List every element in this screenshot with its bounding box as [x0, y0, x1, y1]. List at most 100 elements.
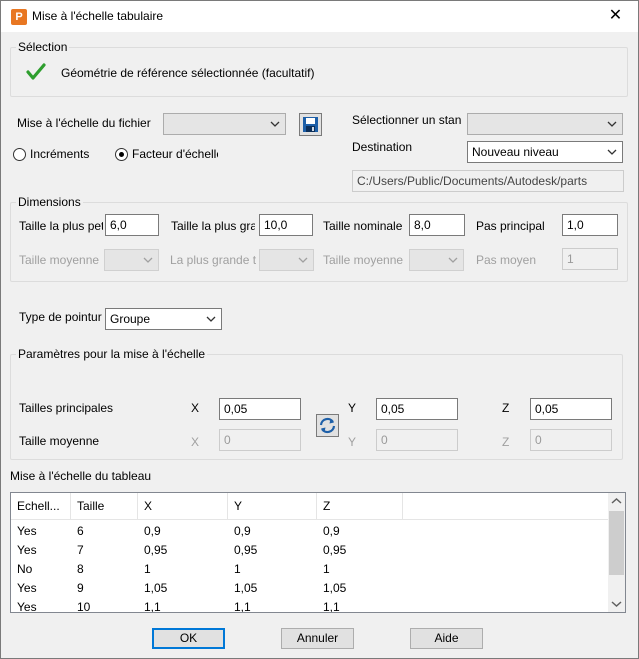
- close-button[interactable]: ✕: [593, 1, 638, 32]
- largest-size-label: Taille la plus gra: [171, 219, 255, 233]
- table-row[interactable]: No 8 1 1 1: [11, 560, 609, 579]
- cancel-button[interactable]: Annuler: [281, 628, 354, 649]
- avg-size-combo: [104, 249, 159, 271]
- cell-x: 1,1: [144, 600, 161, 613]
- cell-z: 1: [323, 562, 330, 576]
- window-title: Mise à l'échelle tabulaire: [32, 9, 164, 23]
- main-sizes-label: Tailles principales: [19, 401, 114, 415]
- cell-enabled: Yes: [17, 543, 37, 557]
- increments-label[interactable]: Incréments: [30, 147, 89, 161]
- y-scale-input[interactable]: 0,05: [376, 398, 458, 420]
- cell-x: 1: [144, 562, 151, 576]
- cell-size: 6: [77, 524, 84, 538]
- title-bar: P Mise à l'échelle tabulaire ✕: [1, 1, 638, 32]
- chevron-down-icon: [143, 257, 153, 263]
- cell-enabled: Yes: [17, 524, 37, 538]
- pointure-type-value: Groupe: [110, 312, 151, 326]
- cell-x: 0,95: [144, 543, 168, 557]
- cell-enabled: Yes: [17, 600, 37, 613]
- pointure-type-combo[interactable]: Groupe: [105, 308, 222, 330]
- avg-step-input: 1: [562, 248, 618, 270]
- save-icon: [303, 117, 318, 132]
- chevron-down-icon: [298, 257, 308, 263]
- y-axis-label: Y: [348, 401, 357, 415]
- cell-y: 1: [234, 562, 241, 576]
- table-row[interactable]: Yes 6 0,9 0,9 0,9: [11, 522, 609, 541]
- nominal-size-input[interactable]: 8,0: [409, 214, 465, 236]
- scroll-down-icon[interactable]: [608, 595, 625, 612]
- cell-size: 7: [77, 543, 84, 557]
- ok-button[interactable]: OK: [152, 628, 225, 649]
- scale-factor-label[interactable]: Facteur d'échelle: [132, 147, 218, 161]
- pointure-type-label: Type de pointur: [19, 310, 102, 324]
- table-header: Echell... Taille X Y Z: [11, 493, 609, 520]
- cell-enabled: Yes: [17, 581, 37, 595]
- smallest-size-input[interactable]: 6,0: [105, 214, 159, 236]
- avg-size2-combo: [409, 249, 464, 271]
- destination-label: Destination: [352, 140, 413, 154]
- selection-group-label: Sélection: [16, 40, 70, 54]
- z-avg-input: 0: [530, 429, 612, 451]
- nominal-size-label: Taille nominale: [323, 219, 403, 233]
- z-scale-input[interactable]: 0,05: [530, 398, 612, 420]
- table-row[interactable]: Yes 10 1,1 1,1 1,1: [11, 598, 609, 613]
- app-icon: P: [11, 9, 27, 25]
- cell-z: 1,05: [323, 581, 347, 595]
- column-header-enabled[interactable]: Echell...: [11, 493, 71, 520]
- dimensions-group-label: Dimensions: [16, 195, 83, 209]
- chevron-down-icon: [607, 149, 617, 155]
- cell-x: 1,05: [144, 581, 168, 595]
- destination-combo[interactable]: Nouveau niveau: [467, 141, 623, 163]
- avg-step-label: Pas moyen: [476, 253, 537, 267]
- standard-label: Sélectionner un stan: [352, 113, 462, 127]
- help-button[interactable]: Aide: [410, 628, 483, 649]
- scrollbar-thumb[interactable]: [609, 511, 624, 575]
- scroll-up-icon[interactable]: [608, 493, 625, 510]
- chevron-down-icon: [270, 121, 280, 127]
- cell-x: 0,9: [144, 524, 161, 538]
- cell-z: 1,1: [323, 600, 340, 613]
- column-header-x[interactable]: X: [138, 493, 228, 520]
- largest-avg-combo: [259, 249, 314, 271]
- scaling-params-group-label: Paramètres pour la mise à l'échelle: [16, 347, 208, 361]
- x-scale-input[interactable]: 0,05: [219, 398, 301, 420]
- save-button[interactable]: [299, 113, 322, 136]
- column-header-size[interactable]: Taille: [71, 493, 138, 520]
- increments-radio[interactable]: [13, 148, 26, 161]
- scale-factor-radio[interactable]: [115, 148, 128, 161]
- y-avg-input: 0: [376, 429, 458, 451]
- chevron-down-icon: [448, 257, 458, 263]
- avg-size2-label: Taille moyenne: [323, 253, 404, 267]
- cell-size: 8: [77, 562, 84, 576]
- destination-path-field: C:/Users/Public/Documents/Autodesk/parts: [352, 170, 624, 192]
- standard-combo[interactable]: [467, 113, 623, 135]
- table-row[interactable]: Yes 7 0,95 0,95 0,95: [11, 541, 609, 560]
- checkmark-icon: [26, 63, 46, 80]
- cell-z: 0,95: [323, 543, 347, 557]
- y-avg-label: Y: [348, 435, 357, 449]
- file-scale-label: Mise à l'échelle du fichier: [17, 116, 151, 130]
- x-axis-label: X: [191, 401, 200, 415]
- cell-size: 9: [77, 581, 84, 595]
- column-header-y[interactable]: Y: [228, 493, 317, 520]
- table-row[interactable]: Yes 9 1,05 1,05 1,05: [11, 579, 609, 598]
- largest-avg-label: La plus grande t: [170, 253, 256, 267]
- z-axis-label: Z: [502, 401, 510, 415]
- scaling-table[interactable]: Echell... Taille X Y Z Yes 6 0,9 0,9 0,9…: [10, 492, 626, 613]
- table-scrollbar[interactable]: [608, 493, 625, 612]
- dialog-window: P Mise à l'échelle tabulaire ✕ Sélection…: [0, 0, 639, 659]
- cell-y: 0,9: [234, 524, 251, 538]
- avg-size-params-label: Taille moyenne: [19, 434, 100, 448]
- main-step-input[interactable]: 1,0: [562, 214, 618, 236]
- largest-size-input[interactable]: 10,0: [259, 214, 313, 236]
- column-header-z[interactable]: Z: [317, 493, 403, 520]
- z-avg-label: Z: [502, 435, 510, 449]
- avg-size-label: Taille moyenne: [19, 253, 100, 267]
- selection-status-text: Géométrie de référence sélectionnée (fac…: [61, 66, 315, 80]
- cell-y: 1,05: [234, 581, 258, 595]
- link-values-button[interactable]: [316, 414, 339, 437]
- x-avg-input: 0: [219, 429, 301, 451]
- x-avg-label: X: [191, 435, 200, 449]
- destination-combo-value: Nouveau niveau: [472, 145, 559, 159]
- file-scale-combo[interactable]: [163, 113, 286, 135]
